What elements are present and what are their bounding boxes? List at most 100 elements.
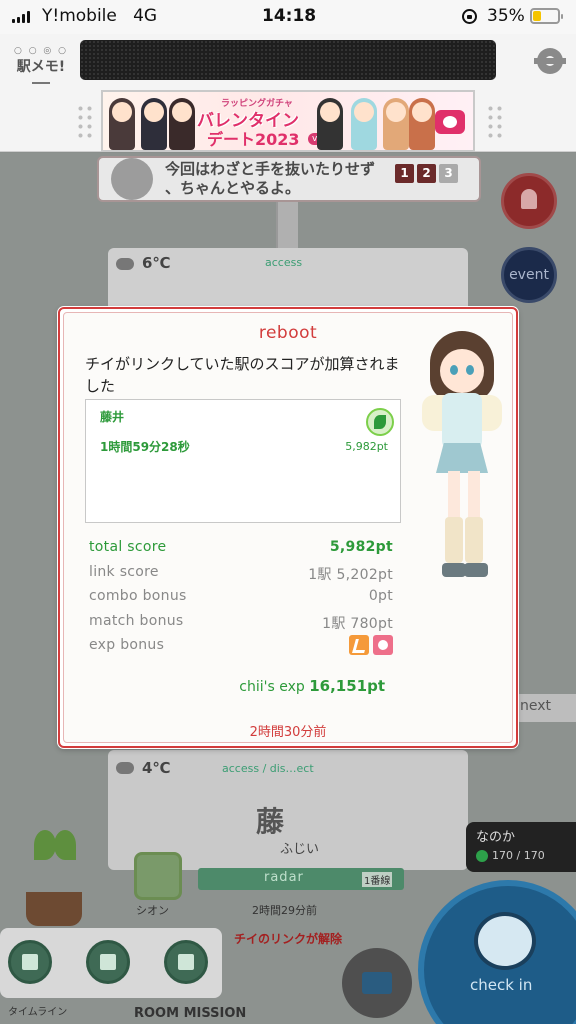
station-name-partial: 藤 — [256, 805, 285, 838]
station-reading: ふじい — [280, 842, 320, 857]
checklist-icon[interactable] — [86, 940, 130, 984]
partner-exp-value: 170 / 170 — [492, 849, 545, 862]
carrier-name: Y!mobile 4G — [42, 6, 158, 26]
pot-icon — [26, 892, 82, 926]
platform-label: 1番線 — [362, 872, 393, 887]
status-clock: 14:18 — [262, 6, 317, 26]
chii-sock — [445, 517, 463, 563]
sign-pole — [276, 202, 298, 250]
banner-title-line2: デート2023 — [207, 130, 300, 149]
battery-level-fill — [533, 11, 541, 21]
speaker-avatar — [111, 158, 153, 200]
banner-character — [383, 98, 409, 150]
banner-prev-dots[interactable] — [76, 104, 94, 138]
flower-icon — [373, 635, 393, 656]
score-label: exp bonus — [89, 637, 165, 654]
partner-exp: 170 / 170 — [476, 849, 566, 862]
access-label: access — [265, 256, 303, 269]
logo-train-icon — [32, 78, 50, 84]
plant-decoration — [26, 820, 86, 930]
leaf-icon — [54, 830, 76, 860]
score-label: match bonus — [89, 612, 184, 629]
station-detail-box: 藤井 1時間59分28秒 5,982pt — [85, 399, 401, 523]
partner-name: なのか — [476, 830, 516, 845]
exp-bonus-icons — [349, 635, 393, 656]
access-label: access / dis…ect — [222, 762, 314, 775]
chii-skirt — [436, 443, 488, 473]
rotation-lock-icon — [462, 9, 477, 24]
score-label: total score — [89, 539, 167, 555]
battery-icon — [530, 8, 563, 24]
cloud-icon — [116, 762, 134, 774]
denko-name: シオン — [136, 904, 169, 917]
station-points: 5,982pt — [345, 440, 388, 453]
banner-character — [351, 98, 377, 150]
cloud-icon — [116, 258, 134, 270]
app-header: ○ ○ ◎ ○ 駅メモ! ラッピングガチャ バレンタイン デート2023 vol… — [0, 34, 576, 152]
score-row: total score 5,982pt — [89, 537, 393, 562]
dialog-message: チイがリンクしていた駅のスコアが加算されました — [85, 355, 400, 395]
chii-top — [442, 393, 482, 449]
event-banner[interactable]: ラッピングガチャ バレンタイン デート2023 vol.3 — [101, 90, 475, 152]
home-icon[interactable] — [8, 940, 52, 984]
denko-avatar-shion[interactable] — [134, 852, 182, 900]
banner-logo-icon — [435, 110, 465, 134]
link-duration: 1時間59分28秒 — [100, 440, 190, 454]
score-row: match bonus 1駅 780pt — [89, 611, 393, 636]
banner-character — [317, 98, 343, 150]
score-value: 5,982pt — [329, 539, 393, 555]
pager-2[interactable]: 2 — [417, 164, 436, 183]
chii-face — [440, 349, 484, 393]
gear-icon[interactable] — [534, 48, 566, 74]
briefcase-icon[interactable] — [342, 948, 412, 1018]
banner-character — [169, 98, 195, 150]
score-value: 0pt — [368, 588, 393, 605]
reboot-dialog[interactable]: reboot チイがリンクしていた駅のスコアが加算されました 藤井 1時間59分… — [58, 307, 518, 748]
bubble-pager: 1 2 3 — [395, 164, 458, 183]
exp-boost-icon — [349, 635, 369, 656]
signal-icon — [12, 11, 30, 23]
timeline-label[interactable]: タイムライン — [8, 1003, 67, 1018]
status-bar: Y!mobile 4G 14:18 35% — [0, 0, 576, 34]
score-table: total score 5,982pt link score 1駅 5,202p… — [89, 537, 393, 660]
chii-eye — [450, 365, 458, 375]
radar-bar[interactable]: radar 1番線 — [198, 868, 404, 890]
weather-temp: 4℃ — [142, 759, 171, 777]
chii-character-illustration — [402, 331, 522, 601]
score-value: 1駅 5,202pt — [308, 566, 393, 583]
dialog-frame: reboot チイがリンクしていた駅のスコアが加算されました 藤井 1時間59分… — [63, 312, 513, 743]
bubble-text: 今回はわざと手を抜いたりせず 、ちゃんとやるよ。 — [165, 160, 375, 198]
chii-exp-label: chii's exp — [239, 679, 305, 695]
station-list-icon[interactable] — [164, 940, 208, 984]
chii-exp-value: 16,151pt — [309, 677, 385, 695]
banner-character — [141, 98, 167, 150]
partner-status[interactable]: なのか 170 / 170 — [466, 822, 576, 872]
chii-sock — [465, 517, 483, 563]
link-release-notice: チイのリンクが解除 — [234, 932, 343, 946]
room-mission-label[interactable]: ROOM MISSION — [134, 1006, 246, 1021]
check-in-label: check in — [470, 976, 533, 994]
station-name: 藤井 — [100, 410, 125, 424]
radar-label: radar — [264, 870, 304, 885]
eco-attribute-icon — [366, 408, 394, 436]
pager-1[interactable]: 1 — [395, 164, 414, 183]
chat-bubble: 今回はわざと手を抜いたりせず 、ちゃんとやるよ。 1 2 3 — [97, 156, 481, 202]
score-row: link score 1駅 5,202pt — [89, 562, 393, 587]
logo-text: 駅メモ! — [16, 59, 66, 75]
app-logo: ○ ○ ◎ ○ 駅メモ! — [10, 46, 72, 84]
chii-exp: chii's exp 16,151pt — [239, 677, 385, 695]
pager-3[interactable]: 3 — [439, 164, 458, 183]
bell-icon[interactable] — [501, 173, 557, 229]
weather-temp: 6℃ — [142, 254, 171, 272]
score-value: 1駅 780pt — [322, 615, 393, 632]
exp-icon — [476, 849, 488, 862]
banner-next-dots[interactable] — [486, 104, 504, 138]
chii-skate — [464, 563, 488, 577]
battery-percent: 35% — [487, 6, 525, 26]
score-label: link score — [89, 563, 159, 580]
chii-skate — [442, 563, 466, 577]
score-label: combo bonus — [89, 588, 187, 605]
next-tab[interactable]: next — [514, 694, 576, 722]
bubble-line-1: 今回はわざと手を抜いたりせず — [165, 160, 376, 178]
event-button[interactable]: event — [501, 247, 557, 303]
